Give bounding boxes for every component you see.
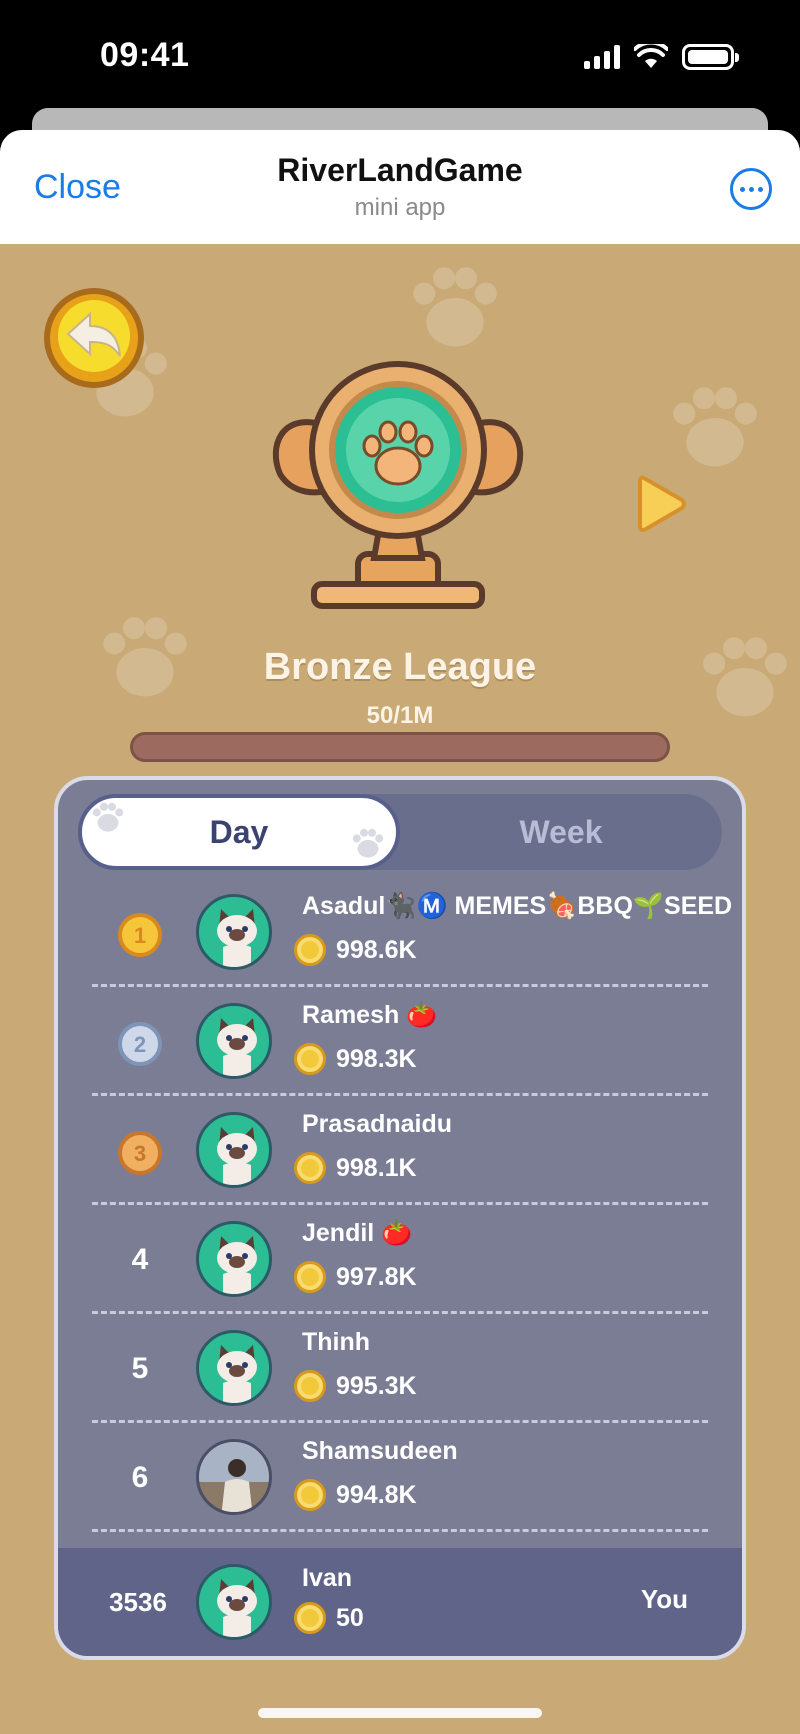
player-score: 994.8K [294, 1479, 417, 1511]
player-name: Thinh [302, 1328, 371, 1356]
battery-icon [682, 44, 739, 70]
coin-icon [294, 1261, 326, 1293]
status-bar: 09:41 [0, 0, 800, 110]
current-user-score: 50 [294, 1602, 364, 1634]
wifi-icon [634, 44, 668, 68]
paw-decoration-icon [352, 828, 384, 858]
leaderboard-row: 5 Thinh 995.3K [58, 1314, 742, 1423]
current-user-name: Ivan [302, 1564, 353, 1592]
paw-pattern-icon [413, 267, 497, 347]
cat-avatar [196, 1003, 272, 1079]
league-progress-text: 50/1M [366, 702, 434, 729]
app-title: RiverLandGame [277, 152, 523, 188]
bronze-trophy-icon [272, 361, 524, 609]
status-icons [584, 44, 739, 70]
period-tabs: Week Day [78, 794, 722, 870]
leaderboard-row: 3 Prasadnaidu 998.1K [58, 1096, 742, 1205]
player-score: 998.6K [294, 934, 417, 966]
player-name: Shamsudeen [302, 1437, 458, 1465]
medal-rank-number: 3 [134, 1141, 146, 1166]
score-value: 998.1K [336, 1153, 417, 1182]
score-value: 998.6K [336, 935, 417, 964]
coin-icon [294, 934, 326, 966]
current-user-row: 3536 Ivan 50 You [58, 1548, 742, 1656]
medal-rank-number: 2 [134, 1032, 146, 1057]
cat-avatar [196, 1221, 272, 1297]
coin-icon [294, 1152, 326, 1184]
current-user-rank: 3536 [109, 1587, 167, 1617]
league-progress-bar [130, 732, 670, 762]
mini-app-header: Close RiverLandGame mini app [0, 130, 800, 244]
home-indicator [258, 1708, 542, 1718]
leaderboard-panel: Week Day 1 Asadul🐈‍⬛Ⓜ️ MEMES🍖BBQ🌱SEED 998.… [54, 776, 746, 1660]
score-value: 50 [336, 1603, 364, 1632]
cat-avatar [196, 1330, 272, 1406]
rank-number: 6 [131, 1460, 149, 1494]
player-score: 998.3K [294, 1043, 417, 1075]
player-score: 997.8K [294, 1261, 417, 1293]
paw-pattern-icon [673, 387, 757, 467]
player-name: Prasadnaidu [302, 1110, 453, 1138]
silver-medal-icon: 2 [108, 987, 172, 1096]
leaderboard-row: 4 Jendil 🍅 997.8K [58, 1205, 742, 1314]
player-score: 995.3K [294, 1370, 417, 1402]
status-time: 09:41 [100, 36, 190, 74]
cellular-signal-icon [584, 45, 620, 69]
more-options-button[interactable] [730, 168, 772, 210]
player-name: Jendil 🍅 [302, 1219, 413, 1247]
coin-icon [294, 1370, 326, 1402]
tab-week[interactable]: Week [400, 794, 722, 870]
player-name: Asadul🐈‍⬛Ⓜ️ MEMES🍖BBQ🌱SEED [302, 892, 733, 920]
leaderboard-row: 6 Shamsudeen 994.8K [58, 1423, 742, 1532]
coin-icon [294, 1602, 326, 1634]
rank-number: 5 [131, 1351, 149, 1385]
score-value: 998.3K [336, 1044, 417, 1073]
you-label: You [640, 1584, 688, 1614]
cat-avatar [196, 894, 272, 970]
bronze-medal-icon: 3 [108, 1096, 172, 1205]
leaderboard-row: 2 Ramesh 🍅 998.3K [58, 987, 742, 1096]
app-subtitle: mini app [354, 194, 446, 221]
score-value: 994.8K [336, 1480, 417, 1509]
next-league-button[interactable] [636, 472, 688, 536]
cat-avatar [196, 1564, 272, 1640]
medal-rank-number: 1 [134, 923, 146, 948]
score-value: 997.8K [336, 1262, 417, 1291]
player-score: 998.1K [294, 1152, 417, 1184]
rank-number: 4 [131, 1242, 149, 1276]
leaderboard-row: 1 Asadul🐈‍⬛Ⓜ️ MEMES🍖BBQ🌱SEED 998.6K [58, 878, 742, 987]
gold-medal-icon: 1 [108, 878, 172, 987]
coin-icon [294, 1479, 326, 1511]
paw-decoration-icon [92, 802, 124, 832]
league-name: Bronze League [263, 646, 537, 688]
leaderboard-list: 1 Asadul🐈‍⬛Ⓜ️ MEMES🍖BBQ🌱SEED 998.6K 2 Ramesh… [58, 878, 742, 1532]
photo-avatar [196, 1439, 272, 1515]
cat-avatar [196, 1112, 272, 1188]
back-button[interactable] [40, 284, 148, 392]
coin-icon [294, 1043, 326, 1075]
score-value: 995.3K [336, 1371, 417, 1400]
game-area: Bronze League 50/1M Week Day 1 Asadul🐈‍⬛Ⓜ… [0, 244, 800, 1734]
player-name: Ramesh 🍅 [302, 1001, 438, 1029]
